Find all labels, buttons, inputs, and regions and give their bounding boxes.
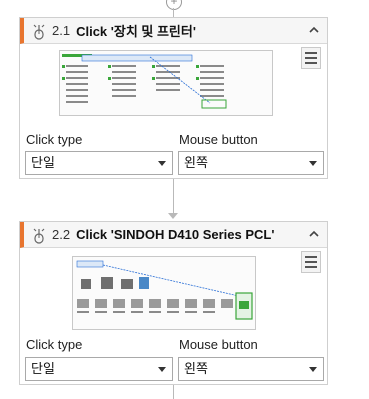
menu-icon-bar [305, 57, 317, 59]
screenshot-preview [72, 256, 256, 330]
menu-icon-bar [305, 52, 317, 54]
click-type-label: Click type [26, 132, 83, 147]
dropdown-caret-icon [309, 367, 317, 372]
step-menu-button[interactable] [301, 251, 321, 273]
step-number: 2.2 [52, 227, 71, 242]
preview-thumbnail [73, 257, 255, 329]
add-step-button[interactable]: + [166, 0, 182, 10]
mouse-button-label: Mouse button [179, 132, 258, 147]
mouse-click-icon [33, 228, 45, 244]
menu-icon-bar [305, 256, 317, 258]
mouse-button-label: Mouse button [179, 337, 258, 352]
step-title: Click '장치 및 프린터' [76, 24, 196, 39]
connector-line [173, 8, 174, 17]
menu-icon-bar [305, 266, 317, 268]
click-type-value: 단일 [31, 155, 55, 170]
step-menu-button[interactable] [301, 47, 321, 69]
connector-arrow [168, 213, 178, 219]
mouse-button-value: 왼쪽 [184, 155, 208, 170]
click-type-select[interactable]: 단일 [25, 357, 173, 381]
chevron-up-icon[interactable] [307, 24, 321, 36]
step-number: 2.1 [52, 23, 71, 38]
step-card-2-1: 2.1 Click '장치 및 프린터' Click type Mouse bu… [19, 17, 328, 179]
menu-icon-bar [305, 261, 317, 263]
menu-icon-bar [305, 62, 317, 64]
dropdown-caret-icon [158, 161, 166, 166]
mouse-button-select[interactable]: 왼쪽 [178, 151, 324, 175]
preview-thumbnail [60, 51, 272, 115]
step-header[interactable]: 2.1 Click '장치 및 프린터' [20, 18, 327, 44]
mouse-button-value: 왼쪽 [184, 361, 208, 376]
connector-line [173, 179, 174, 216]
step-title: Click 'SINDOH D410 Series PCL' [76, 227, 275, 242]
step-header[interactable]: 2.2 Click 'SINDOH D410 Series PCL' [20, 222, 327, 248]
click-type-select[interactable]: 단일 [25, 151, 173, 175]
click-type-label: Click type [26, 337, 83, 352]
step-card-2-2: 2.2 Click 'SINDOH D410 Series PCL' Click… [19, 221, 328, 385]
chevron-up-icon[interactable] [307, 228, 321, 240]
click-type-value: 단일 [31, 361, 55, 376]
screenshot-preview [59, 50, 273, 116]
connector-line [173, 385, 174, 399]
dropdown-caret-icon [309, 161, 317, 166]
mouse-button-select[interactable]: 왼쪽 [178, 357, 324, 381]
dropdown-caret-icon [158, 367, 166, 372]
mouse-click-icon [33, 24, 45, 40]
